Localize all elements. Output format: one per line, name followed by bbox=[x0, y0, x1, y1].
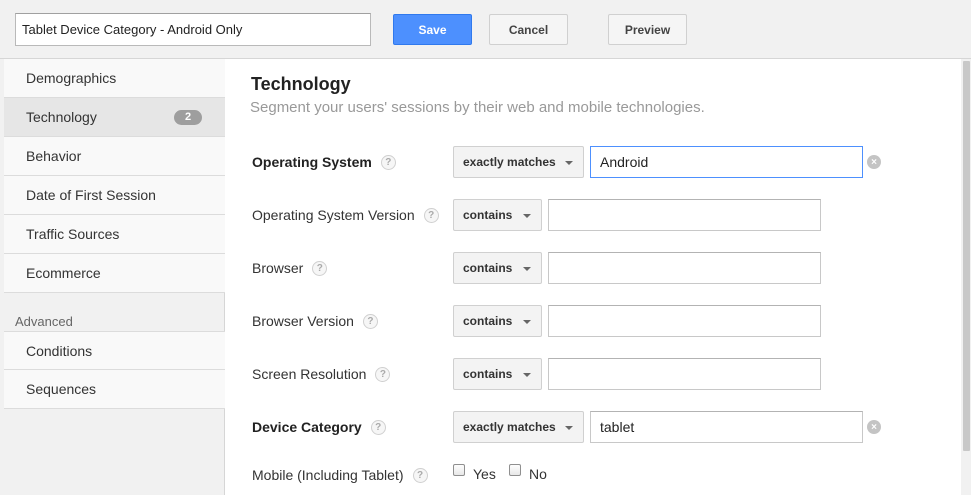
browser-value-input[interactable] bbox=[548, 252, 821, 284]
sidebar-item-conditions[interactable]: Conditions bbox=[4, 331, 225, 370]
operating-system-version-operator-select[interactable]: contains bbox=[453, 199, 542, 231]
help-icon[interactable]: ? bbox=[362, 313, 378, 329]
sidebar-item-label: Behavior bbox=[26, 148, 82, 164]
row-label-text: Device Category bbox=[252, 419, 362, 435]
segment-toolbar: Save Cancel Preview bbox=[0, 0, 971, 59]
row-label-text: Operating System Version bbox=[252, 207, 415, 223]
mobile-including-tablet-label: Mobile (Including Tablet) ? bbox=[252, 465, 428, 485]
sidebar-item-sequences[interactable]: Sequences bbox=[4, 370, 225, 409]
save-button[interactable]: Save bbox=[393, 14, 472, 45]
sidebar-item-label: Conditions bbox=[26, 342, 93, 359]
help-icon[interactable]: ? bbox=[370, 419, 386, 435]
sidebar-item-label: Ecommerce bbox=[26, 265, 101, 281]
browser-version-value-input[interactable] bbox=[548, 305, 821, 337]
preview-button[interactable]: Preview bbox=[608, 14, 687, 45]
browser-version-operator-select[interactable]: contains bbox=[453, 305, 542, 337]
operator-value: contains bbox=[463, 261, 513, 275]
sidebar-item-traffic-sources[interactable]: Traffic Sources bbox=[4, 215, 225, 254]
operator-value: exactly matches bbox=[463, 155, 556, 169]
operating-system-version-label: Operating System Version ? bbox=[252, 205, 439, 225]
chevron-down-icon bbox=[565, 161, 573, 165]
operating-system-version-value-input[interactable] bbox=[548, 199, 821, 231]
screen-resolution-operator-select[interactable]: contains bbox=[453, 358, 542, 390]
scrollbar-thumb[interactable] bbox=[963, 61, 970, 451]
operator-value: contains bbox=[463, 314, 513, 328]
segment-category-sidebar: Demographics Technology 2 Behavior Date … bbox=[0, 59, 237, 495]
scrollbar[interactable] bbox=[961, 59, 971, 495]
remove-condition-icon[interactable]: × bbox=[867, 420, 881, 434]
sidebar-item-label: Traffic Sources bbox=[26, 226, 120, 242]
sidebar-item-label: Sequences bbox=[26, 381, 97, 397]
sidebar-item-demographics[interactable]: Demographics bbox=[4, 59, 225, 98]
mobile-yes-checkbox[interactable] bbox=[453, 464, 465, 476]
browser-version-label: Browser Version ? bbox=[252, 311, 378, 331]
browser-label: Browser ? bbox=[252, 258, 328, 278]
help-icon[interactable]: ? bbox=[412, 467, 428, 483]
operator-value: exactly matches bbox=[463, 420, 556, 434]
help-icon[interactable]: ? bbox=[423, 207, 439, 223]
sidebar-item-label: Technology bbox=[26, 109, 97, 125]
segment-name-input[interactable] bbox=[15, 13, 371, 46]
device-category-label: Device Category ? bbox=[252, 417, 386, 437]
mobile-no-checkbox[interactable] bbox=[509, 464, 521, 476]
chevron-down-icon bbox=[523, 214, 531, 218]
browser-operator-select[interactable]: contains bbox=[453, 252, 542, 284]
condition-count-badge: 2 bbox=[174, 110, 202, 125]
row-label-text: Screen Resolution bbox=[252, 366, 367, 382]
chevron-down-icon bbox=[523, 373, 531, 377]
device-category-value-input[interactable] bbox=[590, 411, 863, 443]
sidebar-item-technology[interactable]: Technology 2 bbox=[4, 98, 237, 137]
row-label-text: Operating System bbox=[252, 154, 372, 170]
device-category-operator-select[interactable]: exactly matches bbox=[453, 411, 584, 443]
operator-value: contains bbox=[463, 208, 513, 222]
operating-system-label: Operating System ? bbox=[252, 152, 396, 172]
row-label-text: Browser bbox=[252, 260, 304, 276]
sidebar-item-ecommerce[interactable]: Ecommerce bbox=[4, 254, 225, 293]
operator-value: contains bbox=[463, 367, 513, 381]
panel-title: Technology bbox=[251, 74, 351, 94]
operating-system-operator-select[interactable]: exactly matches bbox=[453, 146, 584, 178]
mobile-yes-label: Yes bbox=[473, 466, 496, 482]
sidebar-item-behavior[interactable]: Behavior bbox=[4, 137, 225, 176]
help-icon[interactable]: ? bbox=[375, 366, 391, 382]
panel-subtitle: Segment your users' sessions by their we… bbox=[250, 99, 705, 116]
remove-condition-icon[interactable]: × bbox=[867, 155, 881, 169]
help-icon[interactable]: ? bbox=[380, 154, 396, 170]
screen-resolution-value-input[interactable] bbox=[548, 358, 821, 390]
sidebar-item-label: Demographics bbox=[26, 70, 117, 86]
chevron-down-icon bbox=[523, 267, 531, 271]
chevron-down-icon bbox=[523, 320, 531, 324]
operating-system-value-input[interactable] bbox=[590, 146, 863, 178]
screen-resolution-label: Screen Resolution ? bbox=[252, 364, 391, 384]
chevron-down-icon bbox=[565, 426, 573, 430]
sidebar-item-label: Date of First Session bbox=[26, 187, 156, 203]
cancel-button[interactable]: Cancel bbox=[489, 14, 568, 45]
sidebar-item-date-of-first-session[interactable]: Date of First Session bbox=[4, 176, 225, 215]
advanced-section-label: Advanced bbox=[15, 314, 73, 329]
help-icon[interactable]: ? bbox=[312, 260, 328, 276]
mobile-no-label: No bbox=[529, 466, 547, 482]
row-label-text: Browser Version bbox=[252, 313, 354, 329]
row-label-text: Mobile (Including Tablet) bbox=[252, 467, 404, 483]
